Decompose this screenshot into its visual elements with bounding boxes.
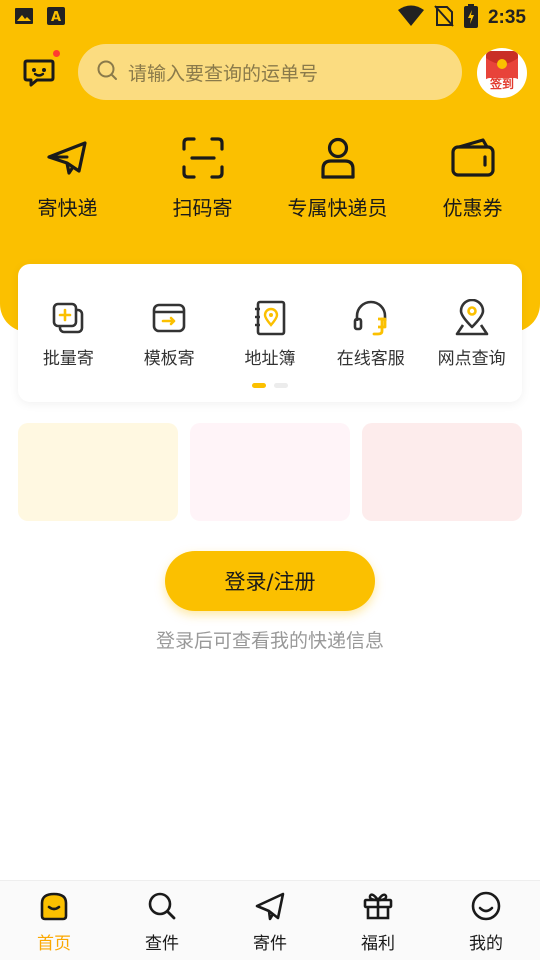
nav-label: 我的 xyxy=(469,934,503,954)
message-button[interactable] xyxy=(20,50,60,90)
nav-label: 首页 xyxy=(37,934,71,954)
page-dot xyxy=(274,383,288,388)
paper-plane-icon xyxy=(44,134,92,182)
nav-welfare[interactable]: 福利 xyxy=(324,881,432,960)
outlet-query-tool[interactable]: 网点查询 xyxy=(421,298,522,369)
image-icon xyxy=(14,6,34,30)
tool-label: 批量寄 xyxy=(42,349,94,369)
search-icon xyxy=(96,59,118,85)
scan-send-action[interactable]: 扫码寄 xyxy=(135,134,270,224)
battery-icon xyxy=(463,4,478,32)
smile-icon xyxy=(469,889,503,923)
search-placeholder: 请输入要查询的运单号 xyxy=(128,62,319,85)
promo-banner-1[interactable] xyxy=(18,423,178,521)
nav-home[interactable]: 首页 xyxy=(0,881,108,960)
action-label: 扫码寄 xyxy=(172,196,233,220)
address-book-tool[interactable]: 地址簿 xyxy=(220,298,321,369)
tool-label: 网点查询 xyxy=(437,349,506,369)
customer-service-tool[interactable]: 在线客服 xyxy=(320,298,421,369)
coupon-action[interactable]: 优惠券 xyxy=(405,134,540,224)
location-pin-icon xyxy=(452,298,492,338)
courier-icon xyxy=(314,134,362,182)
search-icon xyxy=(145,889,179,923)
send-express-action[interactable]: 寄快递 xyxy=(0,134,135,224)
no-sim-icon xyxy=(434,5,454,31)
nav-mine[interactable]: 我的 xyxy=(432,881,540,960)
login-register-button[interactable]: 登录/注册 xyxy=(165,551,375,611)
promo-banner-2[interactable] xyxy=(190,423,350,521)
message-icon xyxy=(23,59,55,87)
svg-text:A: A xyxy=(51,10,61,25)
unread-dot xyxy=(53,50,60,57)
tool-label: 模板寄 xyxy=(143,349,195,369)
page-indicator xyxy=(18,383,522,388)
action-label: 寄快递 xyxy=(37,196,98,220)
send-icon xyxy=(253,889,287,923)
address-book-icon xyxy=(250,298,290,338)
action-label: 专属快递员 xyxy=(287,196,388,220)
main-actions: 寄快递 扫码寄 专属快递员 优惠券 xyxy=(0,134,540,224)
template-tool[interactable]: 模板寄 xyxy=(119,298,220,369)
action-label: 优惠券 xyxy=(442,196,503,220)
gift-icon xyxy=(361,889,395,923)
login-hint: 登录后可查看我的快递信息 xyxy=(155,630,384,652)
top-header: 请输入要查询的运单号 签到 xyxy=(0,44,540,100)
wifi-icon xyxy=(397,5,424,31)
template-icon xyxy=(149,298,189,338)
tool-label: 在线客服 xyxy=(336,349,405,369)
font-a-icon: A xyxy=(46,6,66,30)
status-time: 2:35 xyxy=(487,7,526,28)
batch-send-tool[interactable]: 批量寄 xyxy=(18,298,119,369)
checkin-label: 签到 xyxy=(489,77,514,91)
scan-icon xyxy=(179,134,227,182)
courier-action[interactable]: 专属快递员 xyxy=(270,134,405,224)
tool-label: 地址簿 xyxy=(244,349,296,369)
nav-label: 查件 xyxy=(145,934,179,954)
home-icon xyxy=(37,889,71,923)
nav-label: 寄件 xyxy=(253,934,287,954)
nav-track[interactable]: 查件 xyxy=(108,881,216,960)
tools-card: 批量寄 模板寄 地址簿 在线客服 网点查询 xyxy=(18,264,522,402)
promo-banners xyxy=(18,423,522,521)
status-bar: A 2:35 xyxy=(0,0,540,36)
bottom-navigation: 首页 查件 寄件 福利 我的 xyxy=(0,880,540,960)
promo-banner-3[interactable] xyxy=(362,423,522,521)
checkin-button[interactable]: 签到 xyxy=(477,48,527,98)
nav-send[interactable]: 寄件 xyxy=(216,881,324,960)
page-dot-active xyxy=(252,383,266,388)
headset-icon xyxy=(351,298,391,338)
search-input[interactable]: 请输入要查询的运单号 xyxy=(78,44,462,100)
nav-label: 福利 xyxy=(361,934,395,954)
batch-send-icon xyxy=(48,298,88,338)
coupon-wallet-icon xyxy=(449,134,497,182)
